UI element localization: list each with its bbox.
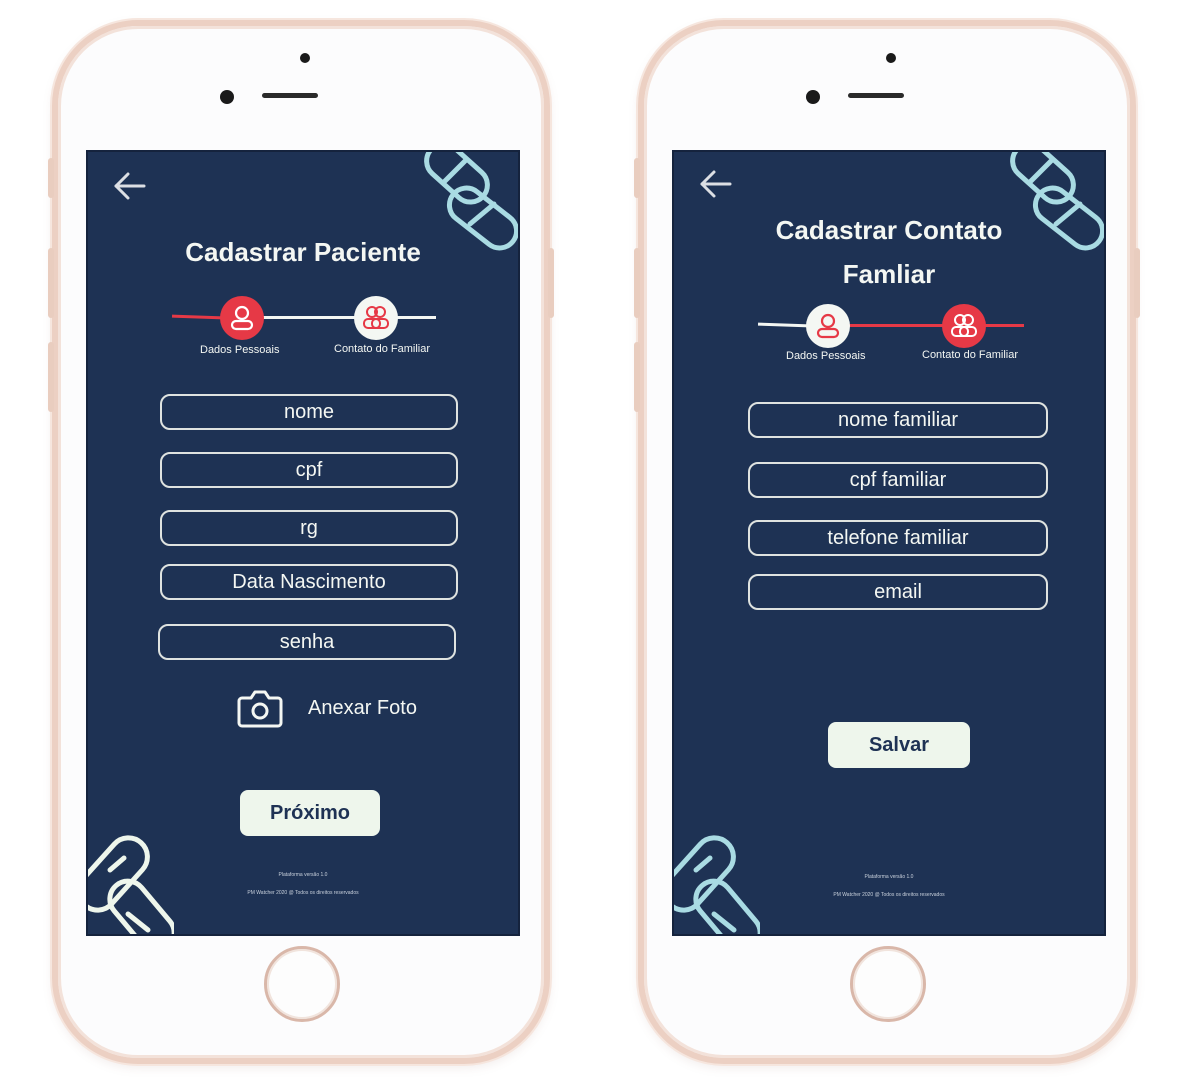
screen-cadastrar-contato-familiar: Cadastrar Contato Famliar Dados Pessoais… xyxy=(672,150,1106,936)
phone-frame-right: Cadastrar Contato Famliar Dados Pessoais… xyxy=(634,20,1140,1064)
senha-input[interactable] xyxy=(158,624,456,660)
back-arrow-icon[interactable] xyxy=(110,168,150,204)
users-icon xyxy=(363,306,389,329)
page-title-line2: Famliar xyxy=(842,259,936,289)
home-button[interactable] xyxy=(850,946,926,1022)
page-title: Cadastrar Paciente xyxy=(185,237,421,267)
volume-up-button xyxy=(634,248,640,318)
next-button[interactable]: Próximo xyxy=(240,790,380,836)
power-button xyxy=(548,248,554,318)
footer-copyright: PM Watcher 2020 @ Todos os direitos rese… xyxy=(833,892,945,898)
cpf-familiar-input[interactable] xyxy=(748,462,1048,498)
screen-cadastrar-paciente: Cadastrar Paciente Dados Pessoais Contat… xyxy=(86,150,520,936)
users-icon xyxy=(951,314,977,337)
volume-up-button xyxy=(48,248,54,318)
proximity-sensor xyxy=(300,53,310,63)
attach-photo-label: Anexar Foto xyxy=(308,696,417,719)
home-button[interactable] xyxy=(264,946,340,1022)
rg-input[interactable] xyxy=(160,510,458,546)
footer-version: Plataforma versão 1.0 xyxy=(864,874,914,880)
telefone-familiar-input[interactable] xyxy=(748,520,1048,556)
step-contato-familiar[interactable] xyxy=(354,296,398,340)
volume-down-button xyxy=(634,342,640,412)
step-label-contato-familiar: Contato do Familiar xyxy=(922,349,1018,361)
save-button[interactable]: Salvar xyxy=(828,722,970,768)
step-contato-familiar[interactable] xyxy=(942,304,986,348)
front-camera xyxy=(806,90,820,104)
phone-frame-left: Cadastrar Paciente Dados Pessoais Contat… xyxy=(48,20,554,1064)
email-input[interactable] xyxy=(748,574,1048,610)
back-arrow-icon[interactable] xyxy=(696,166,736,202)
nome-input[interactable] xyxy=(160,394,458,430)
earpiece-speaker xyxy=(262,93,318,98)
progress-stepper: Dados Pessoais Contato do Familiar xyxy=(674,304,1104,368)
mute-switch xyxy=(48,158,54,198)
footer-version: Plataforma versão 1.0 xyxy=(278,872,328,878)
progress-stepper: Dados Pessoais Contato do Familiar xyxy=(88,296,518,360)
data-nascimento-input[interactable] xyxy=(160,564,458,600)
earpiece-speaker xyxy=(848,93,904,98)
mute-switch xyxy=(634,158,640,198)
user-icon xyxy=(230,305,254,331)
page-title-line1: Cadastrar Contato xyxy=(775,215,1003,245)
footer-copyright: PM Watcher 2020 @ Todos os direitos rese… xyxy=(247,890,359,896)
attach-photo-button[interactable]: Anexar Foto xyxy=(236,686,417,730)
cpf-input[interactable] xyxy=(160,452,458,488)
volume-down-button xyxy=(48,342,54,412)
step-line-pending xyxy=(252,316,436,319)
nome-familiar-input[interactable] xyxy=(748,402,1048,438)
power-button xyxy=(1134,248,1140,318)
step-dados-pessoais[interactable] xyxy=(806,304,850,348)
step-label-contato-familiar: Contato do Familiar xyxy=(334,343,430,355)
front-camera xyxy=(220,90,234,104)
step-line-current xyxy=(838,324,1024,327)
user-icon xyxy=(816,313,840,339)
step-label-dados-pessoais: Dados Pessoais xyxy=(786,350,866,362)
proximity-sensor xyxy=(886,53,896,63)
step-dados-pessoais[interactable] xyxy=(220,296,264,340)
camera-icon xyxy=(237,690,283,728)
step-label-dados-pessoais: Dados Pessoais xyxy=(200,344,280,356)
